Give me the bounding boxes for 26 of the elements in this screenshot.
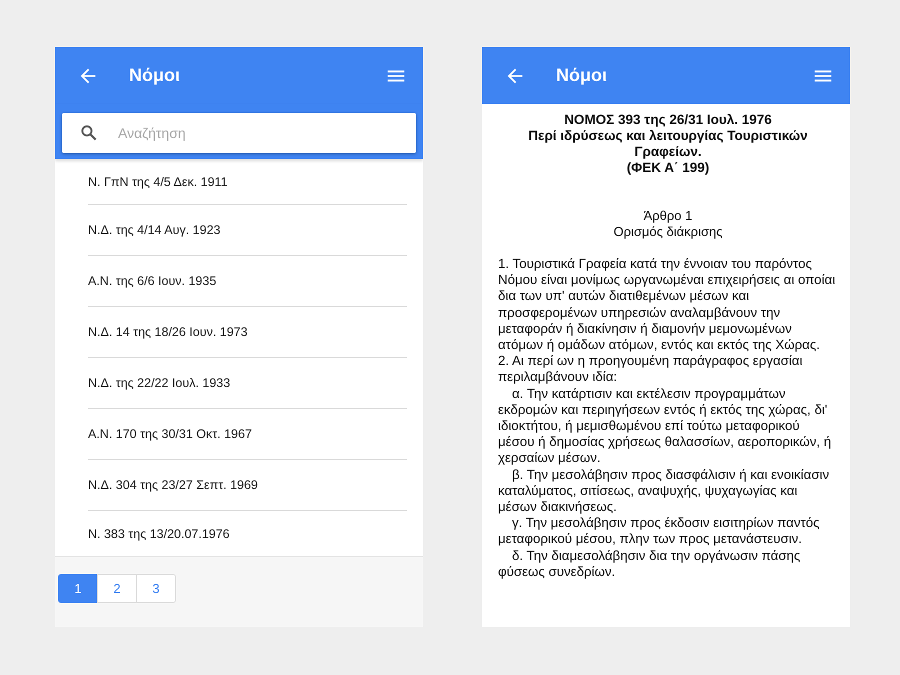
page-button[interactable]: 2 [97, 574, 137, 603]
article-number: Άρθρο 1 [642, 208, 694, 224]
law-list-item[interactable]: Ν. 383 της 13/20.07.1976 [88, 526, 230, 540]
screen-title: Νόμοι [556, 65, 608, 86]
law-title: Περί ιδρύσεως και λειτουργίας Τουριστικών Γραφείων. [527, 128, 809, 160]
law-list-item[interactable]: Ν. ΓπΝ της 4/5 Δεκ. 1911 [88, 174, 228, 188]
law-list-item[interactable]: Α.Ν. της 6/6 Ιουν. 1935 [88, 274, 216, 288]
page-button[interactable]: 3 [136, 574, 176, 603]
law-paragraph: 2. Αι περί ων η προηγουμένη παράγραφος εργασίαι περιλαμβάνουν ιδία: [498, 353, 804, 386]
law-list-item[interactable]: Ν.Δ. 304 της 23/27 Σεπτ. 1969 [88, 478, 258, 492]
screen-title: Νόμοι [129, 65, 182, 86]
page-button[interactable]: 1 [58, 574, 98, 603]
law-title: (ΦΕΚ Α΄ 199) [626, 160, 710, 176]
law-paragraph: γ. Την μεσολάβησιν προς έκδοσιν εισιτηρίων παντός μεταφορικού μέσου, πλην των προς μετανάστευσιν. [498, 515, 821, 548]
law-list-item[interactable]: Ν.Δ. της 22/22 Ιουλ. 1933 [88, 376, 230, 390]
law-paragraph: α. Την κατάρτισιν και εκτέλεσιν προγραμμάτων εκδρομών και περιηγήσεων εντός ή εκτός της χώρας, δι' ιδιοκτήτου, ή μεμισθωμένου επί τούτω μεταφορικού μέσου ή δημοσίας χρήσεως θαλασσίων, αεροπορικών, ή χερσαίων μέσων. [498, 386, 832, 467]
law-paragraph: δ. Την διαμεσολάβησιν δια την οργάνωσιν πάσης φύσεως συνεδρίων. [498, 548, 802, 580]
law-list-item[interactable]: Α.Ν. 170 της 30/31 Οκτ. 1967 [88, 427, 252, 441]
law-list-item[interactable]: Ν.Δ. 14 της 18/26 Ιουν. 1973 [88, 325, 248, 339]
law-list-item[interactable]: Ν.Δ. της 4/14 Αυγ. 1923 [88, 223, 220, 237]
article-heading: Ορισμός διάκρισης [612, 224, 724, 240]
search-icon[interactable] [79, 123, 99, 143]
law-paragraph: β. Την μεσολάβησιν προς διασφάλισιν ή και ενοικίασιν καταλύματος, σιτίσεως, αναψυχής, ψυχαγωγίας και μέσων διακινήσεως. [498, 466, 830, 516]
law-paragraph: 1. Τουριστικά Γραφεία κατά την έννοιαν του παρόντος Νόμου είναι μονίμως ωργανωμέναι επιχειρήσεις αι οποίαι δια των υπ' αυτών διατιθεμένων μέσων και προσφερομένων υπηρεσιών αναλαμβάνουν την μεταφοράν ή διακίνησιν ή διαμονήν μεμονωμένων ατόμων ή ομάδων ατόμων, εντός και εκτός της Χώρας. [498, 256, 836, 354]
law-title: ΝΟΜΟΣ 393 της 26/31 Ιουλ. 1976 [563, 112, 773, 128]
search-field[interactable]: Αναζήτηση [62, 113, 416, 153]
